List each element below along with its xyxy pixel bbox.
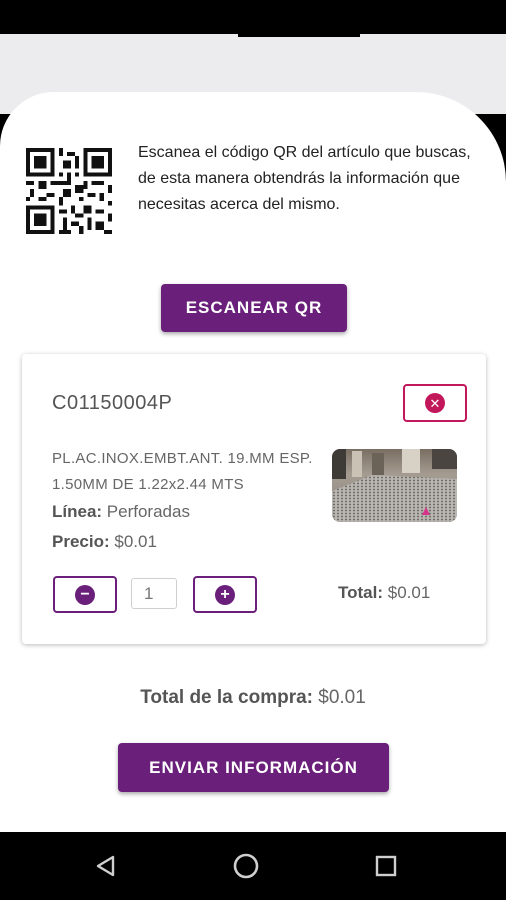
item-total-value: $0.01 xyxy=(387,583,431,602)
plus-circle-icon: + xyxy=(215,584,235,605)
product-price-value: $0.01 xyxy=(114,532,157,551)
purchase-total-label: Total de la compra: xyxy=(140,687,313,708)
back-triangle-icon xyxy=(96,855,115,877)
product-code: C01150004P xyxy=(52,392,173,414)
remove-item-button[interactable]: ✕ xyxy=(403,384,467,422)
quantity-input[interactable]: 1 xyxy=(131,578,177,609)
product-description: PL.AC.INOX.EMBT.ANT. 19.MM ESP. 1.50MM D… xyxy=(52,450,313,493)
product-line-label: Línea: xyxy=(52,502,103,521)
cart-item-card: C01150004P ✕ PL.AC.INOX.EMBT.ANT. 19.MM … xyxy=(22,354,486,644)
status-bar xyxy=(0,0,506,34)
status-notch xyxy=(238,34,360,37)
nav-back-button[interactable] xyxy=(86,846,126,886)
purchase-total-value: $0.01 xyxy=(318,687,366,708)
product-price: Precio: $0.01 xyxy=(52,532,157,552)
product-price-label: Precio: xyxy=(52,532,110,551)
nav-home-button[interactable] xyxy=(226,846,266,886)
scan-instructions: Escanea el código QR del artículo que bu… xyxy=(138,144,471,213)
product-line: Línea: Perforadas xyxy=(52,502,190,522)
product-image xyxy=(332,449,457,522)
android-nav-bar xyxy=(0,832,506,900)
decrement-quantity-button[interactable]: − xyxy=(53,576,117,613)
product-line-value: Perforadas xyxy=(106,502,190,521)
close-circle-icon: ✕ xyxy=(425,393,445,413)
item-total-label: Total: xyxy=(338,583,384,602)
nav-recent-button[interactable] xyxy=(366,846,406,886)
item-total: Total: $0.01 xyxy=(338,583,430,603)
send-information-button[interactable]: ENVIAR INFORMACIÓN xyxy=(118,743,389,792)
increment-quantity-button[interactable]: + xyxy=(193,576,257,613)
home-circle-icon xyxy=(233,853,259,879)
scan-qr-button[interactable]: ESCANEAR QR xyxy=(161,284,347,332)
qr-code-icon xyxy=(26,148,112,234)
purchase-total: Total de la compra: $0.01 xyxy=(0,687,506,709)
recent-apps-icon xyxy=(375,855,397,877)
minus-circle-icon: − xyxy=(75,584,95,605)
main-content: Escanea el código QR del artículo que bu… xyxy=(0,92,506,832)
